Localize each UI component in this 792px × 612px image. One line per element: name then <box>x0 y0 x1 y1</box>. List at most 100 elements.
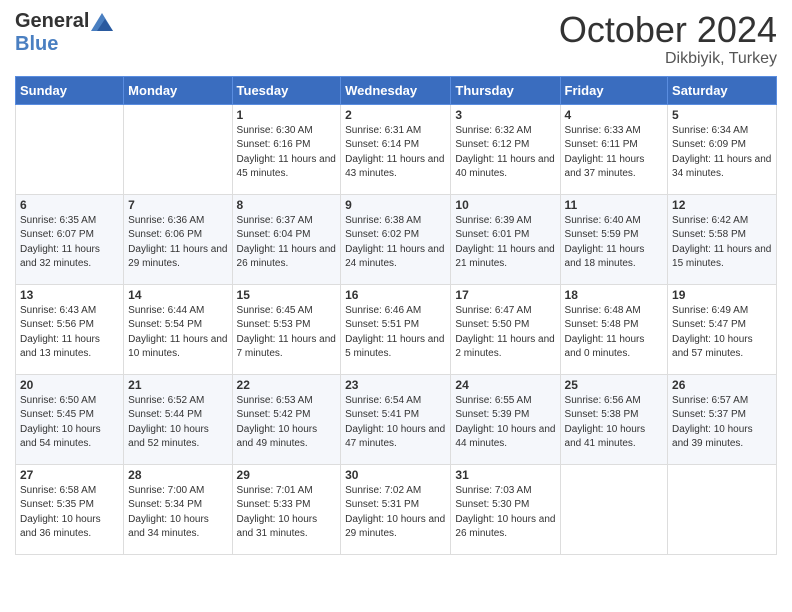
day-number: 17 <box>455 288 555 302</box>
title-block: October 2024 Dikbiyik, Turkey <box>559 10 777 68</box>
calendar-cell: 14Sunrise: 6:44 AM Sunset: 5:54 PM Dayli… <box>124 284 232 374</box>
weekday-header: Wednesday <box>341 76 451 104</box>
day-info: Sunrise: 6:57 AM Sunset: 5:37 PM Dayligh… <box>672 394 772 452</box>
calendar-cell: 31 Sunrise: 7:03 AM Sunset: 5:30 PM Dayli… <box>451 464 560 554</box>
day-info: Sunrise: 6:35 AM Sunset: 6:07 PM Dayligh… <box>20 214 119 272</box>
day-number: 30 <box>345 468 446 482</box>
day-info: Sunrise: 6:56 AM Sunset: 5:38 PM Dayligh… <box>565 394 664 452</box>
calendar-cell: 21Sunrise: 6:52 AM Sunset: 5:44 PM Dayli… <box>124 374 232 464</box>
logo-general-text: General <box>15 10 89 33</box>
weekday-header: Friday <box>560 76 668 104</box>
day-number: 5 <box>672 108 772 122</box>
day-number: 4 <box>565 108 664 122</box>
calendar-cell: 6 Sunrise: 6:35 AM Sunset: 6:07 PM Daylig… <box>16 194 124 284</box>
logo-blue-text: Blue <box>15 33 58 55</box>
day-number: 19 <box>672 288 772 302</box>
calendar-cell: 4 Sunrise: 6:33 AM Sunset: 6:11 PM Daylig… <box>560 104 668 194</box>
calendar-cell: 30 Sunrise: 7:02 AM Sunset: 5:31 PM Dayli… <box>341 464 451 554</box>
day-number: 2 <box>345 108 446 122</box>
day-number: 15 <box>237 288 337 302</box>
day-number: 11 <box>565 198 664 212</box>
day-info: Sunrise: 6:38 AM Sunset: 6:02 PM Dayligh… <box>345 214 446 272</box>
weekday-header: Thursday <box>451 76 560 104</box>
day-number: 13 <box>20 288 119 302</box>
calendar-table: SundayMondayTuesdayWednesdayThursdayFrid… <box>15 76 777 555</box>
calendar-row: 6 Sunrise: 6:35 AM Sunset: 6:07 PM Daylig… <box>16 194 777 284</box>
logo: General Blue <box>15 10 113 56</box>
day-info: Sunrise: 6:52 AM Sunset: 5:44 PM Dayligh… <box>128 394 227 452</box>
weekday-header: Monday <box>124 76 232 104</box>
day-info: Sunrise: 6:58 AM Sunset: 5:35 PM Dayligh… <box>20 484 119 542</box>
day-number: 23 <box>345 378 446 392</box>
calendar-cell: 3Sunrise: 6:32 AM Sunset: 6:12 PM Daylig… <box>451 104 560 194</box>
day-info: Sunrise: 7:01 AM Sunset: 5:33 PM Dayligh… <box>237 484 337 542</box>
calendar-cell: 7 Sunrise: 6:36 AM Sunset: 6:06 PM Daylig… <box>124 194 232 284</box>
day-info: Sunrise: 6:48 AM Sunset: 5:48 PM Dayligh… <box>565 304 664 362</box>
calendar-cell <box>16 104 124 194</box>
day-number: 29 <box>237 468 337 482</box>
calendar-cell: 11 Sunrise: 6:40 AM Sunset: 5:59 PM Dayli… <box>560 194 668 284</box>
calendar-cell: 13Sunrise: 6:43 AM Sunset: 5:56 PM Dayli… <box>16 284 124 374</box>
weekday-header: Sunday <box>16 76 124 104</box>
calendar-cell: 25 Sunrise: 6:56 AM Sunset: 5:38 PM Dayli… <box>560 374 668 464</box>
calendar-cell: 1Sunrise: 6:30 AM Sunset: 6:16 PM Daylig… <box>232 104 341 194</box>
day-number: 26 <box>672 378 772 392</box>
calendar-header-row: SundayMondayTuesdayWednesdayThursdayFrid… <box>16 76 777 104</box>
month-title: October 2024 <box>559 10 777 50</box>
day-number: 7 <box>128 198 227 212</box>
calendar-cell <box>560 464 668 554</box>
day-number: 18 <box>565 288 664 302</box>
calendar-cell: 10 Sunrise: 6:39 AM Sunset: 6:01 PM Dayli… <box>451 194 560 284</box>
day-info: Sunrise: 7:02 AM Sunset: 5:31 PM Dayligh… <box>345 484 446 542</box>
day-number: 1 <box>237 108 337 122</box>
day-info: Sunrise: 6:39 AM Sunset: 6:01 PM Dayligh… <box>455 214 555 272</box>
day-info: Sunrise: 6:33 AM Sunset: 6:11 PM Dayligh… <box>565 124 664 182</box>
calendar-cell: 9Sunrise: 6:38 AM Sunset: 6:02 PM Daylig… <box>341 194 451 284</box>
page: General Blue October 2024 Dikbiyik, Turk… <box>0 0 792 570</box>
day-number: 3 <box>455 108 555 122</box>
day-info: Sunrise: 6:46 AM Sunset: 5:51 PM Dayligh… <box>345 304 446 362</box>
day-number: 16 <box>345 288 446 302</box>
day-info: Sunrise: 7:00 AM Sunset: 5:34 PM Dayligh… <box>128 484 227 542</box>
calendar-cell: 2 Sunrise: 6:31 AM Sunset: 6:14 PM Daylig… <box>341 104 451 194</box>
day-number: 10 <box>455 198 555 212</box>
day-number: 28 <box>128 468 227 482</box>
calendar-row: 13Sunrise: 6:43 AM Sunset: 5:56 PM Dayli… <box>16 284 777 374</box>
calendar-cell: 17Sunrise: 6:47 AM Sunset: 5:50 PM Dayli… <box>451 284 560 374</box>
calendar-cell: 19 Sunrise: 6:49 AM Sunset: 5:47 PM Dayli… <box>668 284 777 374</box>
day-info: Sunrise: 6:42 AM Sunset: 5:58 PM Dayligh… <box>672 214 772 272</box>
day-info: Sunrise: 6:40 AM Sunset: 5:59 PM Dayligh… <box>565 214 664 272</box>
calendar-cell: 27Sunrise: 6:58 AM Sunset: 5:35 PM Dayli… <box>16 464 124 554</box>
day-info: Sunrise: 6:50 AM Sunset: 5:45 PM Dayligh… <box>20 394 119 452</box>
day-number: 31 <box>455 468 555 482</box>
calendar-cell: 22 Sunrise: 6:53 AM Sunset: 5:42 PM Dayli… <box>232 374 341 464</box>
day-info: Sunrise: 6:44 AM Sunset: 5:54 PM Dayligh… <box>128 304 227 362</box>
day-info: Sunrise: 6:37 AM Sunset: 6:04 PM Dayligh… <box>237 214 337 272</box>
day-info: Sunrise: 6:31 AM Sunset: 6:14 PM Dayligh… <box>345 124 446 182</box>
day-number: 6 <box>20 198 119 212</box>
header: General Blue October 2024 Dikbiyik, Turk… <box>15 10 777 68</box>
day-info: Sunrise: 6:53 AM Sunset: 5:42 PM Dayligh… <box>237 394 337 452</box>
calendar-cell: 24Sunrise: 6:55 AM Sunset: 5:39 PM Dayli… <box>451 374 560 464</box>
day-number: 8 <box>237 198 337 212</box>
day-info: Sunrise: 6:54 AM Sunset: 5:41 PM Dayligh… <box>345 394 446 452</box>
calendar-cell: 8 Sunrise: 6:37 AM Sunset: 6:04 PM Daylig… <box>232 194 341 284</box>
day-number: 12 <box>672 198 772 212</box>
calendar-row: 20Sunrise: 6:50 AM Sunset: 5:45 PM Dayli… <box>16 374 777 464</box>
day-info: Sunrise: 6:36 AM Sunset: 6:06 PM Dayligh… <box>128 214 227 272</box>
calendar-cell: 23 Sunrise: 6:54 AM Sunset: 5:41 PM Dayli… <box>341 374 451 464</box>
calendar-cell: 26 Sunrise: 6:57 AM Sunset: 5:37 PM Dayli… <box>668 374 777 464</box>
day-info: Sunrise: 7:03 AM Sunset: 5:30 PM Dayligh… <box>455 484 555 542</box>
day-info: Sunrise: 6:45 AM Sunset: 5:53 PM Dayligh… <box>237 304 337 362</box>
calendar-cell: 28 Sunrise: 7:00 AM Sunset: 5:34 PM Dayli… <box>124 464 232 554</box>
weekday-header: Tuesday <box>232 76 341 104</box>
calendar-row: 1Sunrise: 6:30 AM Sunset: 6:16 PM Daylig… <box>16 104 777 194</box>
calendar-cell: 12 Sunrise: 6:42 AM Sunset: 5:58 PM Dayli… <box>668 194 777 284</box>
day-number: 22 <box>237 378 337 392</box>
day-number: 24 <box>455 378 555 392</box>
calendar-cell: 5 Sunrise: 6:34 AM Sunset: 6:09 PM Daylig… <box>668 104 777 194</box>
day-info: Sunrise: 6:49 AM Sunset: 5:47 PM Dayligh… <box>672 304 772 362</box>
day-info: Sunrise: 6:34 AM Sunset: 6:09 PM Dayligh… <box>672 124 772 182</box>
calendar-cell: 18 Sunrise: 6:48 AM Sunset: 5:48 PM Dayli… <box>560 284 668 374</box>
day-number: 25 <box>565 378 664 392</box>
